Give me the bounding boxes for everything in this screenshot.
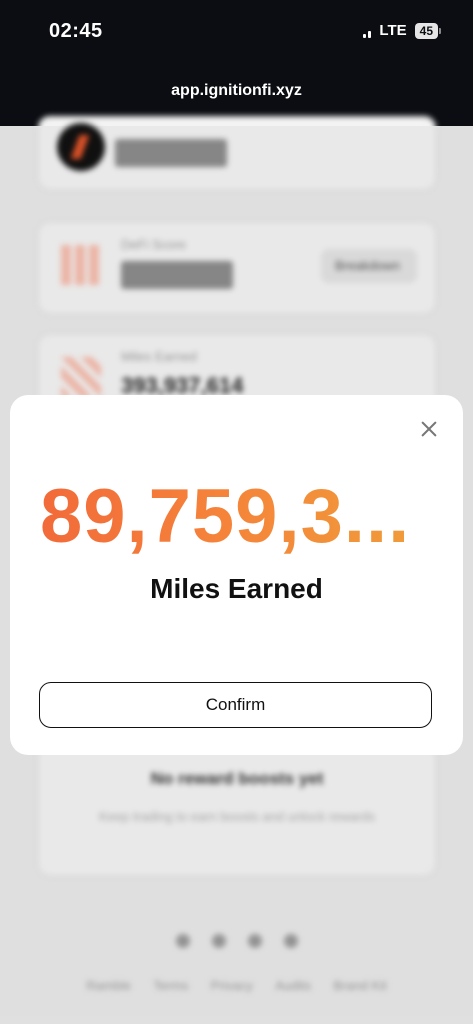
battery-icon: 45 [414,22,441,39]
modal-label: Miles Earned [150,573,323,604]
miles-earned-amount: 89,759,3... [40,474,411,559]
close-icon[interactable] [417,417,441,441]
miles-earned-modal: 89,759,3... Miles Earned Confirm [10,395,463,755]
browser-url[interactable]: app.ignitionfi.xyz [0,82,473,100]
confirm-button[interactable]: Confirm [39,682,432,728]
status-indicators: LTE 45 [363,22,441,161]
status-and-url-bar: 02:45 LTE 45 app.ignitionfi.xyz [0,0,473,161]
battery-level: 45 [414,22,438,39]
signal-icon [363,24,372,161]
network-type: LTE [379,22,407,39]
status-time: 02:45 [49,20,103,42]
